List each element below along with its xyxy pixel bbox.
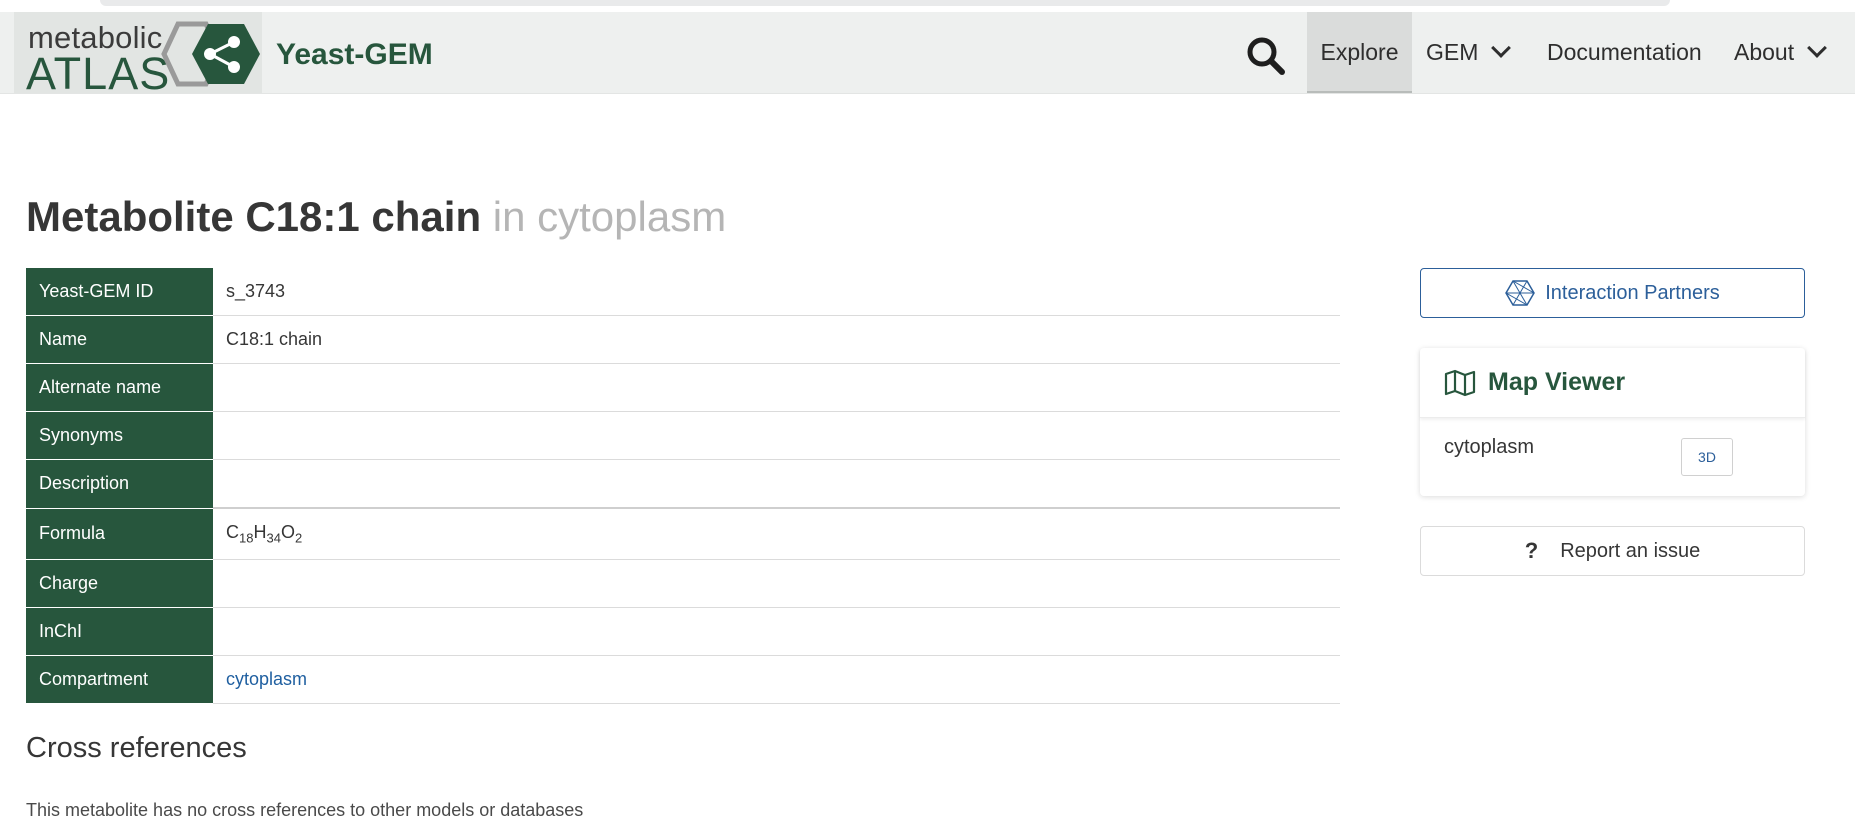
table-row: InChI [26,607,1340,656]
interaction-network-icon [1505,280,1536,306]
row-value-name: C18:1 chain [213,315,1340,364]
cross-references-note: This metabolite has no cross references … [26,800,584,820]
page-title-compartment: in cytoplasm [492,193,727,240]
metabolic-atlas-logo[interactable]: metabolic ATLAS [14,12,262,99]
row-value-id: s_3743 [213,268,1340,316]
report-issue-button[interactable]: ? Report an issue [1420,526,1805,576]
chevron-down-icon [1807,38,1828,58]
share-hexagon-logo-icon [161,21,260,87]
nav-about-dropdown[interactable]: About [1734,12,1828,93]
cross-references-heading: Cross references [26,732,247,764]
row-label: Description [26,459,213,509]
row-label: Yeast-GEM ID [26,268,213,316]
formula-element: O [280,522,295,543]
page-title: Metabolite C18:1 chain in cytoplasm [26,193,726,241]
nav-gem-dropdown[interactable]: GEM [1426,12,1512,93]
formula-subscript: 34 [266,530,281,546]
row-label: Synonyms [26,411,213,460]
nav-about-label: About [1734,39,1795,65]
row-label: Formula [26,508,213,560]
row-value-alternate-name [213,363,1340,412]
row-value-formula: C18H34O2 [213,508,1340,560]
row-label: Alternate name [26,363,213,412]
table-row: Formula C18H34O2 [26,508,1340,560]
formula-subscript: 2 [294,530,303,546]
compartment-link[interactable]: cytoplasm [226,669,307,689]
row-value-charge [213,559,1340,608]
row-value-compartment: cytoplasm [213,655,1340,704]
table-row: Synonyms [26,411,1340,460]
table-row: Name C18:1 chain [26,315,1340,364]
map-viewer-card: Map Viewer cytoplasm 3D [1420,348,1805,496]
map-icon [1444,369,1476,396]
table-row: Compartment cytoplasm [26,655,1340,704]
row-value-synonyms [213,411,1340,460]
table-row: Description [26,459,1340,509]
nav-gem-label: GEM [1426,39,1479,65]
model-name[interactable]: Yeast-GEM [276,38,433,72]
metabolite-info-table: Yeast-GEM ID s_3743 Name C18:1 chain Alt… [26,268,1340,704]
table-row: Yeast-GEM ID s_3743 [26,268,1340,316]
chevron-down-icon [1491,38,1512,58]
question-icon: ? [1524,538,1539,563]
table-row: Charge [26,559,1340,608]
interaction-partners-label: Interaction Partners [1545,281,1720,304]
browser-top-strip [0,0,1855,12]
formula-element: C [226,522,239,543]
report-issue-label: Report an issue [1560,539,1701,562]
logo-text-atlas: ATLAS [26,48,171,99]
browser-address-bar-edge [100,0,1670,6]
row-label: Name [26,315,213,364]
row-value-description [213,459,1340,509]
formula-element: H [253,522,267,543]
map-3d-button[interactable]: 3D [1681,438,1733,476]
map-viewer-title: Map Viewer [1488,368,1626,396]
map-viewer-header: Map Viewer [1420,348,1805,418]
nav-explore[interactable]: Explore [1307,12,1412,93]
row-label: Compartment [26,655,213,704]
page-title-main: Metabolite C18:1 chain [26,193,482,240]
map-viewer-compartment: cytoplasm [1444,436,1535,458]
navbar: metabolic ATLAS Yeast-GEM Explore GEM Do… [0,12,1855,99]
interaction-partners-button[interactable]: Interaction Partners [1420,268,1805,318]
row-label: Charge [26,559,213,608]
formula-subscript: 18 [239,530,254,546]
search-icon[interactable] [1244,34,1288,78]
row-value-inchi [213,607,1340,656]
table-row: Alternate name [26,363,1340,412]
row-label: InChI [26,607,213,656]
nav-documentation[interactable]: Documentation [1547,12,1702,93]
nav-documentation-label: Documentation [1547,39,1702,65]
nav-explore-label: Explore [1320,39,1399,65]
